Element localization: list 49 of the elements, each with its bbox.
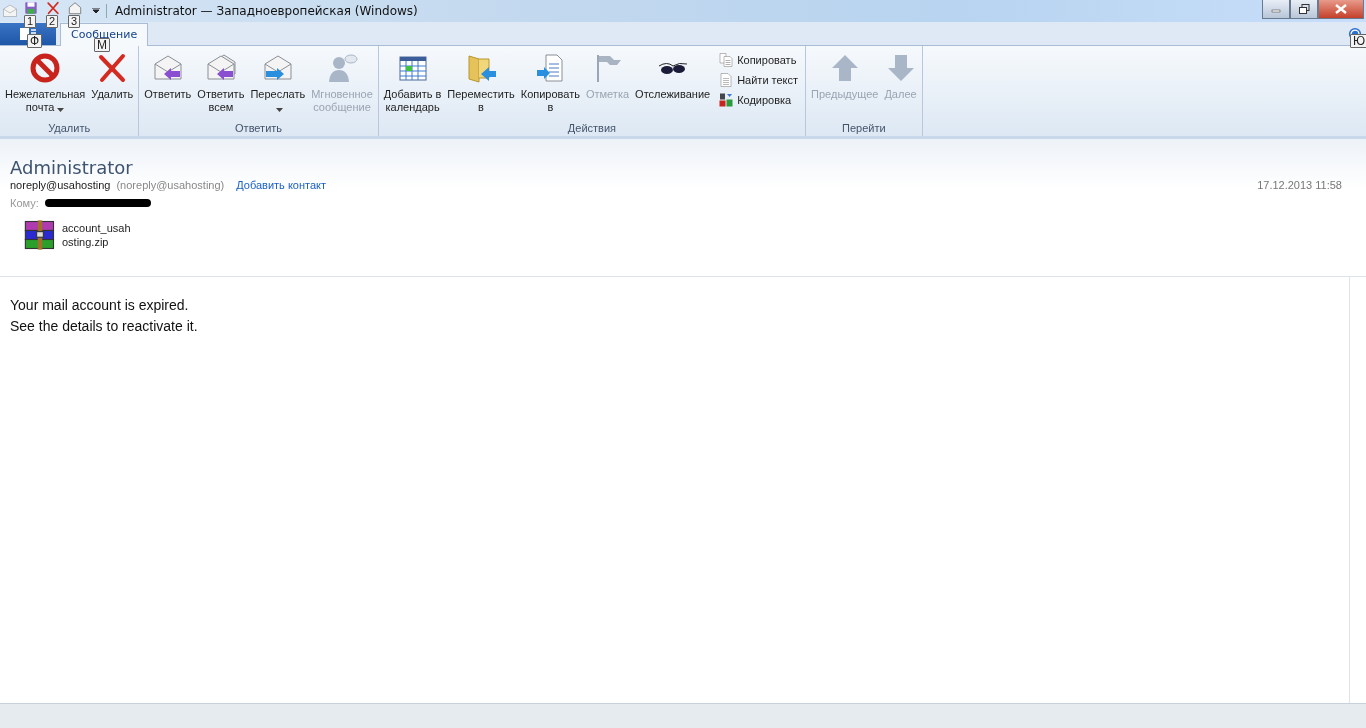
ribbon-button[interactable]: Нежелательная почта bbox=[3, 52, 88, 122]
restore-button[interactable] bbox=[1290, 0, 1318, 19]
ribbon-button[interactable]: Копировать в bbox=[518, 52, 582, 122]
restore-icon bbox=[1298, 4, 1310, 14]
letters-icon bbox=[718, 92, 735, 108]
close-button[interactable] bbox=[1318, 0, 1364, 19]
ribbon-button[interactable]: Ответить bbox=[142, 52, 194, 122]
sender-address: (noreply@usahosting) bbox=[116, 179, 225, 191]
keytip-tooltip: 1 bbox=[24, 15, 37, 28]
keytip-tooltip: М bbox=[94, 38, 110, 52]
documents-icon bbox=[718, 52, 735, 68]
folder-left-arrow-icon bbox=[465, 52, 497, 84]
sender-address: noreply@usahosting bbox=[10, 179, 111, 191]
caret-icon[interactable] bbox=[92, 8, 100, 14]
ribbon-button[interactable]: Удалить bbox=[89, 52, 136, 122]
ribbon-button[interactable]: Найти текст bbox=[718, 72, 799, 88]
ribbon-button[interactable]: Отслеживание bbox=[633, 52, 713, 122]
keytip-tooltip: Ф bbox=[27, 34, 43, 48]
date-time: 17.12.2013 11:58 bbox=[1257, 179, 1342, 191]
group-label: Перейти bbox=[841, 122, 887, 136]
group-label: Ответить bbox=[234, 122, 284, 136]
ribbon-button[interactable]: Переслать bbox=[248, 52, 308, 122]
ribbon-button[interactable]: Кодировка bbox=[718, 92, 799, 108]
quick-access-button[interactable] bbox=[68, 1, 82, 15]
ribbon-button[interactable]: Ответить всем bbox=[195, 52, 247, 122]
attachment[interactable]: account_usah osting.zip bbox=[20, 217, 131, 253]
sender-name: Administrator bbox=[10, 157, 134, 178]
ribbon-button[interactable]: Переместить в bbox=[445, 52, 517, 122]
minimize-button[interactable] bbox=[1262, 0, 1290, 19]
keytip-tooltip: 3 bbox=[68, 15, 81, 28]
no-entry-icon bbox=[29, 52, 62, 84]
house-icon bbox=[68, 1, 82, 15]
ribbon-button[interactable]: Копировать bbox=[718, 52, 799, 68]
message-text: See the details to reactivate it. bbox=[10, 317, 199, 336]
envelope-icon bbox=[2, 3, 18, 19]
message-text: Your mail account is expired. bbox=[10, 296, 190, 315]
cross-icon bbox=[46, 1, 60, 15]
quick-access-button[interactable] bbox=[24, 1, 38, 15]
person-speech-icon bbox=[326, 52, 358, 84]
close-icon bbox=[1335, 4, 1347, 14]
to-label: Кому: bbox=[10, 197, 39, 209]
group-label: Действия bbox=[566, 122, 618, 136]
keytip-tooltip: 2 bbox=[46, 15, 59, 28]
ribbon-button[interactable]: Добавить в календарь bbox=[381, 52, 444, 122]
document-icon bbox=[718, 72, 735, 88]
group-label: Удалить bbox=[47, 122, 92, 136]
quick-access-button[interactable] bbox=[46, 1, 60, 15]
window-title: Administrator — Западноевропейская (Windows) bbox=[115, 4, 418, 18]
add-contact-link[interactable]: Добавить контакт bbox=[236, 179, 327, 191]
